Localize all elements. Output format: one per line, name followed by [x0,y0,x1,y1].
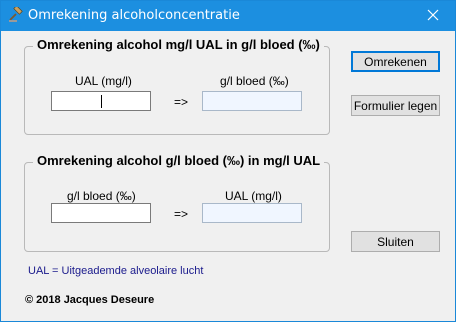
ual-footnote: UAL = Uitgeademde alveolaire lucht [28,265,204,277]
gavel-icon [8,5,24,23]
close-window-button[interactable] [411,1,455,31]
group-gl-to-mgl-title: Omrekening alcohol g/l bloed (‰) in mg/l… [33,153,325,168]
conversion-arrow: => [174,207,189,221]
blood-output-field [202,91,302,111]
ual-input[interactable] [51,91,151,111]
close-button[interactable]: Sluiten [351,231,440,252]
blood-output-label: g/l bloed (‰) [220,74,289,88]
group-mgl-to-gl-title: Omrekening alcohol mg/l UAL in g/l bloed… [33,37,324,52]
ual-output-label: UAL (mg/l) [225,189,282,203]
window-title: Omrekening alcoholconcentratie [28,8,240,23]
app-window: Omrekening alcoholconcentratie Omrekenin… [0,0,456,322]
copyright-text: © 2018 Jacques Deseure [25,294,155,306]
convert-button[interactable]: Omrekenen [351,51,440,72]
blood-input[interactable] [51,203,151,223]
clear-form-button[interactable]: Formulier legen [351,95,440,116]
ual-output-field [202,203,302,223]
conversion-arrow: => [174,95,189,109]
group-mgl-to-gl: Omrekening alcohol mg/l UAL in g/l bloed… [24,37,330,135]
ual-input-label: UAL (mg/l) [75,74,132,88]
text-caret [101,95,102,108]
close-icon [427,9,439,24]
blood-input-label: g/l bloed (‰) [67,189,136,203]
group-gl-to-mgl: Omrekening alcohol g/l bloed (‰) in mg/l… [24,153,330,252]
title-bar[interactable]: Omrekening alcoholconcentratie [1,1,455,31]
